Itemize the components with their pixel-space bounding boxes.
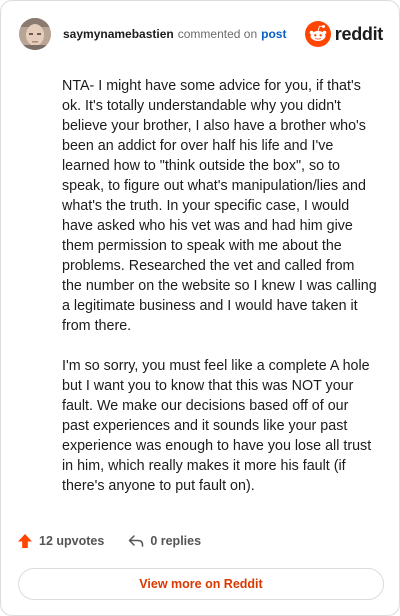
view-more-button[interactable]: View more on Reddit (18, 568, 384, 600)
user-avatar[interactable] (19, 18, 51, 50)
commented-on-text: commented on (177, 27, 258, 41)
reply-arrow-icon (129, 535, 144, 547)
upvote-button[interactable]: 12 upvotes (17, 533, 104, 549)
comment-actions: 12 upvotes 0 replies (17, 533, 201, 549)
avatar-image (19, 18, 51, 50)
comment-body: NTA- I might have some advice for you, i… (62, 76, 377, 496)
comment-embed-card: saymynamebastien commented on post reddi… (0, 0, 400, 616)
reply-button[interactable]: 0 replies (128, 533, 201, 549)
reddit-wordmark: reddit (334, 23, 384, 44)
upvote-arrow-icon (18, 534, 32, 548)
reply-count: 0 replies (150, 534, 202, 548)
post-link[interactable]: post (261, 27, 286, 41)
comment-paragraph: NTA- I might have some advice for you, i… (62, 78, 377, 334)
username[interactable]: saymynamebastien (63, 27, 174, 41)
reddit-logo[interactable]: reddit (304, 21, 384, 47)
comment-meta: saymynamebastien commented on post (63, 27, 286, 41)
reddit-snoo-icon (304, 21, 331, 47)
comment-header: saymynamebastien commented on post reddi… (19, 17, 383, 51)
upvote-count: 12 upvotes (39, 534, 105, 548)
comment-paragraph: I'm so sorry, you must feel like a compl… (62, 358, 372, 494)
